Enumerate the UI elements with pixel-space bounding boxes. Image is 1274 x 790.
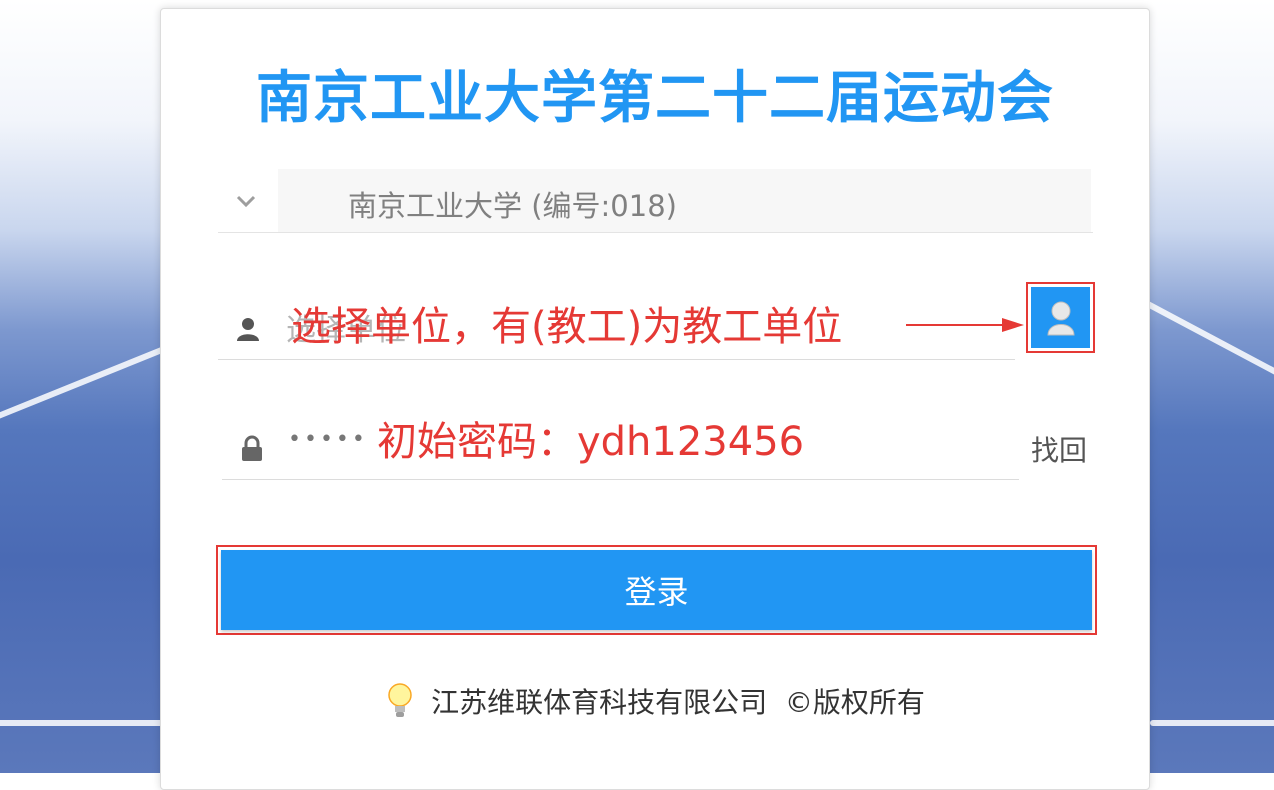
unit-button-highlight bbox=[1026, 282, 1095, 353]
track-lane-line bbox=[0, 720, 180, 726]
arrow-icon bbox=[906, 318, 1024, 332]
copyright-text: 江苏维联体育科技有限公司 ©版权所有 bbox=[431, 686, 925, 719]
page-title: 南京工业大学第二十二届运动会 bbox=[256, 66, 1054, 131]
login-button-highlight: 登录 bbox=[216, 545, 1097, 635]
lock-icon bbox=[242, 435, 262, 461]
unit-hint-annotation: 选择单位，有(教工)为教工单位 bbox=[291, 304, 843, 350]
track-lane-line bbox=[1132, 294, 1274, 412]
lightbulb-icon bbox=[388, 683, 412, 717]
track-lane-line bbox=[1150, 720, 1274, 726]
unit-select-value: 南京工业大学 (编号:018) bbox=[348, 189, 677, 223]
unit-select[interactable]: 南京工业大学 (编号:018) bbox=[218, 169, 1093, 233]
login-card: 南京工业大学第二十二届运动会 南京工业大学 (编号:018) ••• bbox=[160, 8, 1150, 790]
user-icon bbox=[237, 318, 259, 341]
find-password-link[interactable]: 找回 bbox=[1031, 429, 1087, 469]
unit-select-box[interactable]: 南京工业大学 (编号:018) bbox=[278, 169, 1091, 232]
footer: 江苏维联体育科技有限公司 ©版权所有 bbox=[161, 681, 1149, 721]
user-avatar-icon bbox=[1046, 301, 1075, 335]
password-hint-annotation: 初始密码：ydh123456 bbox=[377, 419, 805, 465]
login-button[interactable]: 登录 bbox=[221, 550, 1092, 630]
unit-picker-button[interactable] bbox=[1031, 287, 1090, 348]
chevron-down-icon bbox=[236, 195, 256, 208]
